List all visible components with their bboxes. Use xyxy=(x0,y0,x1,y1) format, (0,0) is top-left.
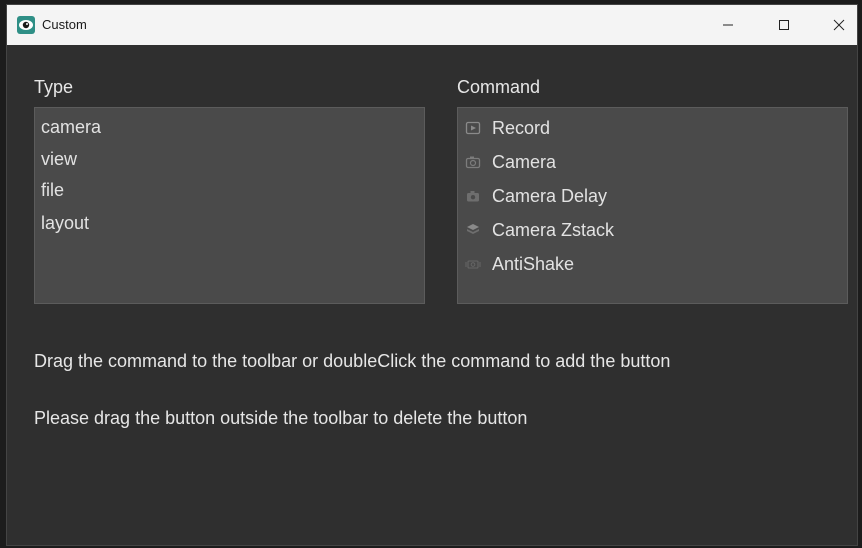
antishake-icon xyxy=(464,255,482,273)
title-bar[interactable]: Custom xyxy=(7,5,857,45)
record-icon xyxy=(464,119,482,137)
command-item-label: Record xyxy=(492,117,551,138)
zstack-icon xyxy=(464,221,482,239)
custom-dialog: Custom Type camera view file layout Comm… xyxy=(6,4,858,546)
minimize-icon xyxy=(723,24,733,26)
close-icon xyxy=(833,19,845,31)
command-label: Command xyxy=(457,77,541,97)
type-label: Type xyxy=(34,77,74,97)
camera-delay-icon xyxy=(464,187,482,205)
minimize-button[interactable] xyxy=(705,5,751,45)
type-item-layout[interactable]: layout xyxy=(41,209,89,237)
command-list[interactable]: Record Camera Camera Delay Camera Zstack… xyxy=(457,107,848,304)
command-item-label: Camera xyxy=(492,151,557,172)
instruction-delete-text: Please drag the button outside the toolb… xyxy=(34,408,528,428)
command-item-camera-zstack[interactable]: Camera Zstack xyxy=(464,215,614,245)
type-item-view[interactable]: view xyxy=(41,145,77,173)
camera-icon xyxy=(464,153,482,171)
maximize-button[interactable] xyxy=(761,5,807,45)
type-item-file[interactable]: file xyxy=(41,176,64,204)
command-item-record[interactable]: Record xyxy=(464,113,550,143)
window-title: Custom xyxy=(42,17,87,32)
command-item-camera[interactable]: Camera xyxy=(464,147,556,177)
maximize-icon xyxy=(779,20,789,30)
type-item-camera[interactable]: camera xyxy=(41,113,101,141)
command-item-label: Camera Delay xyxy=(492,185,608,206)
instruction-add-text: Drag the command to the toolbar or doubl… xyxy=(34,351,671,371)
type-list[interactable]: camera view file layout xyxy=(34,107,425,304)
command-item-antishake[interactable]: AntiShake xyxy=(464,249,574,279)
close-button[interactable] xyxy=(816,5,857,45)
command-item-label: AntiShake xyxy=(492,253,575,274)
command-item-camera-delay[interactable]: Camera Delay xyxy=(464,181,607,211)
app-eye-icon xyxy=(17,16,35,34)
command-item-label: Camera Zstack xyxy=(492,219,615,240)
